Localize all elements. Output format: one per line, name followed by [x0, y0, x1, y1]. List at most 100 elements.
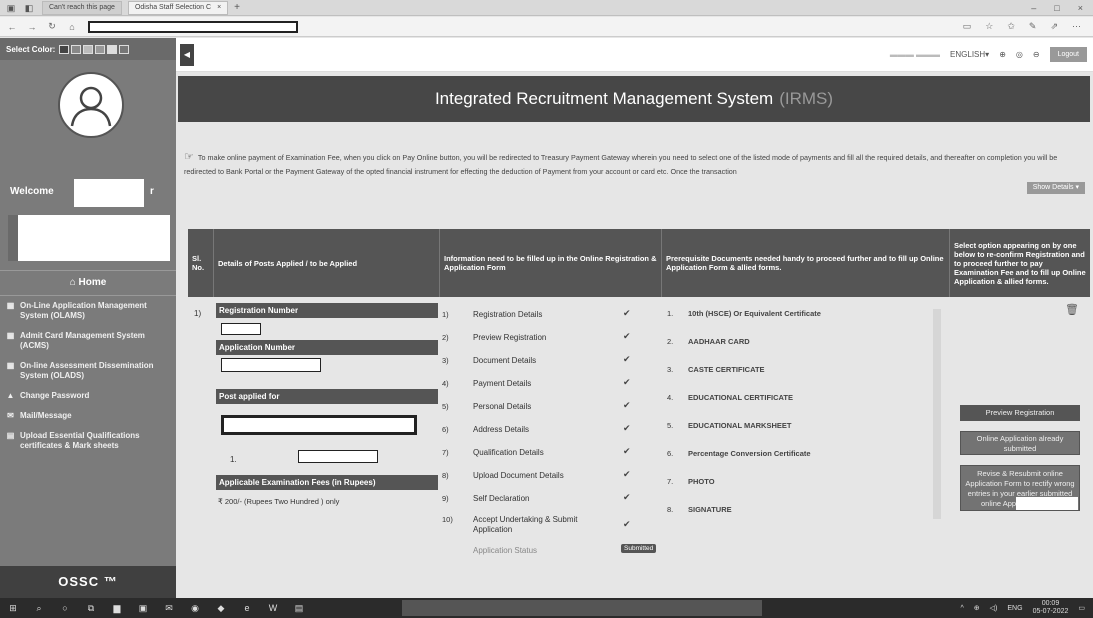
reading-view-icon[interactable]: ▭ — [963, 21, 972, 32]
redacted-post-detail — [298, 450, 378, 463]
new-tab-icon[interactable]: + — [234, 2, 240, 13]
grid-icon: ▦ — [6, 361, 15, 370]
trash-icon[interactable]: 🗑 — [1065, 303, 1079, 316]
logout-button[interactable]: Logout — [1049, 47, 1087, 62]
window-close-icon[interactable]: × — [1078, 3, 1083, 13]
forward-arrow-icon[interactable]: → — [24, 22, 40, 32]
clock[interactable]: 00:09 05-07-2022 — [1033, 600, 1069, 616]
back-arrow-icon[interactable]: ← — [4, 22, 20, 32]
step-number: 2) — [442, 333, 449, 342]
header-sl-no: Sl. No. — [188, 229, 214, 297]
language-select[interactable]: ENGLISH▾ — [950, 50, 989, 59]
mail-icon: ✉ — [7, 411, 14, 420]
back-tabs-icon[interactable]: ◧ — [22, 2, 36, 14]
collapse-sidebar-icon[interactable]: ◀ — [180, 43, 194, 66]
row-sl-no: 1) — [194, 309, 202, 318]
doc-signature: SIGNATURE — [688, 505, 732, 514]
sidebar-item-olams[interactable]: ▦ On-Line Application Management System … — [0, 296, 176, 326]
image-viewer-icon[interactable]: ▤ — [286, 603, 312, 614]
application-table: Sl. No. Details of Posts Applied / to be… — [188, 229, 1090, 598]
close-icon[interactable]: × — [217, 4, 221, 11]
sidebar-item-acms[interactable]: ▦ Admit Card Management System (ACMS) — [0, 326, 176, 356]
color-swatch[interactable] — [107, 44, 118, 54]
preview-registration-button[interactable]: Preview Registration — [960, 405, 1080, 421]
already-submitted-button: Online Application already submitted — [960, 431, 1080, 455]
upload-icon: ▤ — [6, 431, 15, 440]
show-details-button[interactable]: Show Details ▾ — [1026, 182, 1085, 194]
documents-scrollbar[interactable] — [933, 309, 941, 519]
doc-number: 6. — [667, 449, 674, 458]
minimize-icon[interactable]: – — [1031, 3, 1036, 13]
step-number: 6) — [442, 425, 449, 434]
redacted-contact-info — [8, 215, 170, 261]
step-self-declaration: Self Declaration — [473, 494, 530, 503]
step-number: 5) — [442, 402, 449, 411]
doc-caste-certificate: CASTE CERTIFICATE — [688, 365, 765, 374]
color-swatch[interactable] — [71, 44, 82, 54]
notifications-icon[interactable]: ▭ — [1078, 604, 1085, 612]
sidebar-item-label: On-Line Application Management System (O… — [20, 301, 147, 320]
favorites-hub-icon[interactable]: ✩ — [1007, 21, 1015, 32]
word-icon[interactable]: W — [260, 603, 286, 613]
color-swatch[interactable] — [83, 44, 94, 54]
url-input[interactable] — [88, 20, 298, 33]
application-number-label: Application Number — [216, 340, 438, 355]
windows-start-icon[interactable]: ⊞ — [0, 603, 26, 614]
redacted-post-name — [221, 415, 417, 435]
zoom-reset-icon[interactable]: ◎ — [1016, 50, 1023, 59]
tab-label: Can't reach this page — [49, 3, 115, 11]
doc-number: 1. — [667, 309, 674, 318]
windows-taskbar: ⊞ ⌕ ○ ⧉ ▆ ▣ ✉ ◉ ◆ e W ▤ ^ ⊕ ◁) ENG 00:09… — [0, 598, 1093, 618]
sidebar-home[interactable]: ⌂ Home — [0, 270, 176, 296]
fee-value: ₹ 200/- (Rupees Two Hundred ) only — [218, 497, 340, 506]
network-icon[interactable]: ⊕ — [974, 604, 980, 612]
home-icon[interactable]: ⌂ — [64, 22, 80, 32]
browser-icon[interactable]: ◉ — [182, 603, 208, 614]
grid-icon: ▦ — [6, 331, 15, 340]
edge-icon[interactable]: e — [234, 603, 260, 613]
home-label: Home — [78, 277, 107, 288]
color-swatch[interactable] — [119, 44, 130, 54]
browser-tab-error[interactable]: Can't reach this page — [42, 0, 122, 15]
cortana-icon[interactable]: ○ — [52, 603, 78, 613]
sidebar-item-label: Change Password — [20, 391, 90, 400]
sidebar-item-mail[interactable]: ✉ Mail/Message — [0, 406, 176, 426]
volume-icon[interactable]: ◁) — [990, 604, 998, 612]
app-icon[interactable]: ◆ — [208, 603, 234, 614]
zoom-out-icon[interactable]: ⊖ — [1033, 50, 1040, 59]
more-icon[interactable]: ⋯ — [1072, 21, 1081, 32]
mail-icon[interactable]: ✉ — [156, 603, 182, 614]
sidebar-item-olads[interactable]: ▦ On-line Assessment Dissemination Syste… — [0, 356, 176, 386]
header-select-option: Select option appearing on by one below … — [954, 240, 1086, 286]
check-icon: ✔ — [623, 308, 631, 318]
refresh-icon[interactable]: ↻ — [44, 21, 60, 32]
step-preview-registration: Preview Registration — [473, 333, 547, 342]
lock-icon: ▲ — [6, 391, 15, 400]
sidebar-item-label: Admit Card Management System (ACMS) — [20, 331, 145, 350]
doc-number: 7. — [667, 477, 674, 486]
task-view-icon[interactable]: ⧉ — [78, 603, 104, 614]
doc-number: 5. — [667, 421, 674, 430]
favorite-star-icon[interactable]: ☆ — [985, 21, 993, 32]
zoom-in-icon[interactable]: ⊕ — [999, 50, 1006, 59]
store-icon[interactable]: ▣ — [130, 603, 156, 614]
sidebar: Select Color: Welcome r ⌂ Home ▦ On-Line… — [0, 38, 176, 598]
input-language[interactable]: ENG — [1007, 605, 1022, 612]
color-swatch[interactable] — [59, 44, 70, 54]
header-information: Information need to be filled up in the … — [440, 229, 662, 297]
share-icon[interactable]: ⇗ — [1050, 21, 1058, 32]
step-number: 8) — [442, 471, 449, 480]
tray-chevron-icon[interactable]: ^ — [961, 605, 964, 612]
step-document-details: Document Details — [473, 356, 537, 365]
color-swatch[interactable] — [95, 44, 106, 54]
maximize-icon[interactable]: □ — [1054, 3, 1059, 13]
search-icon[interactable]: ⌕ — [26, 603, 52, 614]
tab-actions-icon[interactable]: ▣ — [4, 2, 18, 14]
sidebar-item-change-password[interactable]: ▲ Change Password — [0, 386, 176, 406]
pen-icon[interactable]: ✎ — [1029, 21, 1037, 32]
browser-tab-ossc[interactable]: Odisha Staff Selection C × — [127, 0, 229, 15]
file-explorer-icon[interactable]: ▆ — [104, 603, 130, 614]
check-icon: ✔ — [623, 519, 631, 529]
header-prerequisite: Prerequisite Documents needed handy to p… — [662, 229, 950, 297]
sidebar-item-upload[interactable]: ▤ Upload Essential Qualifications certif… — [0, 426, 176, 456]
